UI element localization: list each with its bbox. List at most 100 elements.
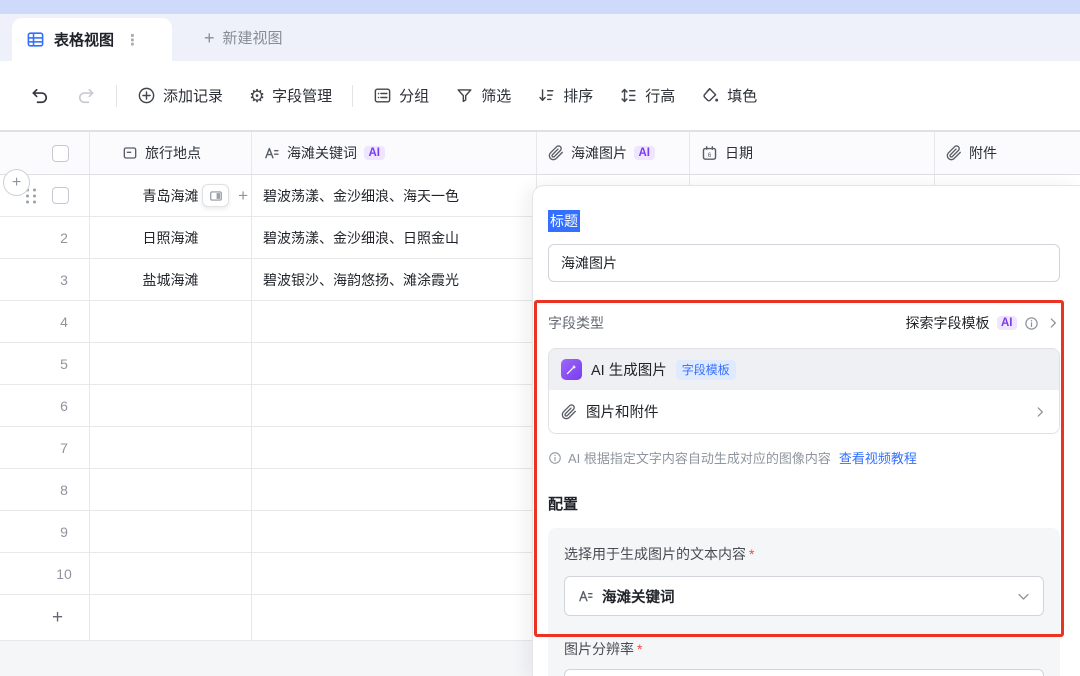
row-number: 5 <box>50 356 78 372</box>
paint-bucket-icon <box>701 86 720 105</box>
cell-location-value: 青岛海滩 <box>143 186 199 206</box>
add-row-cell <box>90 595 252 641</box>
tab-table-view-label: 表格视图 <box>54 29 114 50</box>
cell-keywords[interactable]: 碧波银沙、海韵悠扬、滩涂霞光 <box>252 259 537 300</box>
add-row-cell <box>252 595 537 641</box>
expand-record-icon <box>209 189 223 203</box>
ai-badge: AI <box>634 146 655 160</box>
cell-location[interactable] <box>90 511 252 552</box>
tab-more-menu-icon[interactable]: ⋮ <box>125 31 140 49</box>
header-keywords[interactable]: 海滩关键词 AI <box>252 132 537 174</box>
filter-funnel-icon <box>455 86 474 105</box>
plus-icon: + <box>204 29 215 47</box>
row-checkbox[interactable] <box>52 187 69 204</box>
header-attachment[interactable]: 附件 <box>935 132 1080 174</box>
field-template-badge: 字段模板 <box>676 360 736 380</box>
cell-location[interactable] <box>90 427 252 468</box>
tab-new-view[interactable]: + 新建视图 <box>204 14 283 61</box>
cell-keywords[interactable] <box>252 553 537 594</box>
undo-button[interactable] <box>30 86 50 106</box>
cell-location[interactable] <box>90 301 252 342</box>
calendar-icon: 6 <box>701 145 718 162</box>
cell-keywords[interactable] <box>252 301 537 342</box>
filter-label: 筛选 <box>481 85 511 106</box>
row-number: 4 <box>50 314 78 330</box>
sort-button[interactable]: 排序 <box>537 85 593 106</box>
cell-keywords[interactable]: 碧波荡漾、金沙细浪、日照金山 <box>252 217 537 258</box>
add-record-label: 添加记录 <box>163 85 223 106</box>
fill-color-label: 填色 <box>727 85 757 106</box>
row-number: 8 <box>50 482 78 498</box>
resolution-select[interactable] <box>564 669 1044 676</box>
bitable-app: 表格视图 ⋮ + 新建视图 <box>0 0 1080 676</box>
row-height-label: 行高 <box>645 85 675 106</box>
required-mark: * <box>637 641 642 657</box>
cell-keywords[interactable] <box>252 427 537 468</box>
cell-location[interactable]: 青岛海滩 + <box>90 175 252 216</box>
add-record-inline-button[interactable]: + <box>238 186 248 206</box>
text-source-value: 海滩关键词 <box>602 586 1008 607</box>
view-tab-bar: 表格视图 ⋮ + 新建视图 <box>0 14 1080 61</box>
select-all-checkbox[interactable] <box>52 145 69 162</box>
ai-badge: AI <box>364 146 385 160</box>
toolbar-divider <box>352 85 353 107</box>
row-height-button[interactable]: 行高 <box>619 85 675 106</box>
cell-keywords[interactable] <box>252 511 537 552</box>
fill-color-button[interactable]: 填色 <box>701 85 757 106</box>
cell-location[interactable] <box>90 385 252 426</box>
chevron-down-icon <box>1016 589 1031 604</box>
explore-templates-link[interactable]: 探索字段模板 AI <box>906 313 1061 333</box>
paperclip-icon <box>548 145 564 161</box>
row-number: 9 <box>50 524 78 540</box>
row-gutter-cell: 2 <box>0 217 90 258</box>
paperclip-icon <box>561 404 577 420</box>
field-manage-button[interactable]: ⚙ 字段管理 <box>249 85 332 106</box>
chevron-right-icon <box>1033 405 1047 419</box>
redo-button[interactable] <box>76 86 96 106</box>
cell-keywords[interactable] <box>252 385 537 426</box>
add-record-button[interactable]: 添加记录 <box>137 85 223 106</box>
row-number: 2 <box>50 230 78 246</box>
ai-badge: AI <box>997 316 1018 330</box>
text-source-select[interactable]: 海滩关键词 <box>564 576 1044 616</box>
tab-table-view[interactable]: 表格视图 ⋮ <box>12 18 172 61</box>
video-tutorial-link[interactable]: 查看视频教程 <box>839 448 917 467</box>
field-type-base-row[interactable]: 图片和附件 <box>549 390 1059 433</box>
cell-keywords[interactable] <box>252 343 537 384</box>
redo-icon <box>76 86 96 106</box>
header-location[interactable]: 旅行地点 <box>90 132 252 174</box>
header-date[interactable]: 6 日期 <box>690 132 935 174</box>
field-title-input[interactable] <box>548 244 1060 282</box>
header-image[interactable]: 海滩图片 AI <box>537 132 690 174</box>
add-row-gutter: + <box>0 595 90 641</box>
cell-keywords[interactable]: 碧波荡漾、金沙细浪、海天一色 <box>252 175 537 216</box>
cell-keywords-value: 碧波银沙、海韵悠扬、滩涂霞光 <box>263 270 459 290</box>
cell-location[interactable]: 日照海滩 <box>90 217 252 258</box>
field-type-header-row: 字段类型 探索字段模板 AI <box>548 313 1060 333</box>
group-label: 分组 <box>399 85 429 106</box>
row-number: 3 <box>50 272 78 288</box>
table-toolbar: 添加记录 ⚙ 字段管理 分组 筛选 <box>0 61 1080 131</box>
header-gutter-cell <box>0 132 90 174</box>
field-type-base-name: 图片和附件 <box>586 401 1024 422</box>
ai-generate-image-icon <box>561 359 582 380</box>
config-card: 选择用于生成图片的文本内容* 海滩关键词 图片分辨率* <box>548 528 1060 676</box>
filter-button[interactable]: 筛选 <box>455 85 511 106</box>
insert-row-button[interactable]: + <box>3 169 30 196</box>
window-top-strip <box>0 0 1080 14</box>
cell-location[interactable] <box>90 469 252 510</box>
cell-location[interactable] <box>90 553 252 594</box>
header-keywords-label: 海滩关键词 <box>287 143 357 163</box>
table-footer <box>0 640 534 676</box>
expand-record-button[interactable] <box>202 184 229 207</box>
required-mark: * <box>749 546 754 562</box>
cell-location[interactable] <box>90 343 252 384</box>
cell-location-value: 日照海滩 <box>143 228 199 248</box>
field-type-selected-ai-image[interactable]: AI 生成图片 字段模板 <box>549 349 1059 390</box>
plus-circle-icon <box>137 86 156 105</box>
cell-keywords[interactable] <box>252 469 537 510</box>
row-gutter-cell: 3 <box>0 259 90 300</box>
group-button[interactable]: 分组 <box>373 85 429 106</box>
paperclip-icon <box>946 145 962 161</box>
cell-location[interactable]: 盐城海滩 <box>90 259 252 300</box>
